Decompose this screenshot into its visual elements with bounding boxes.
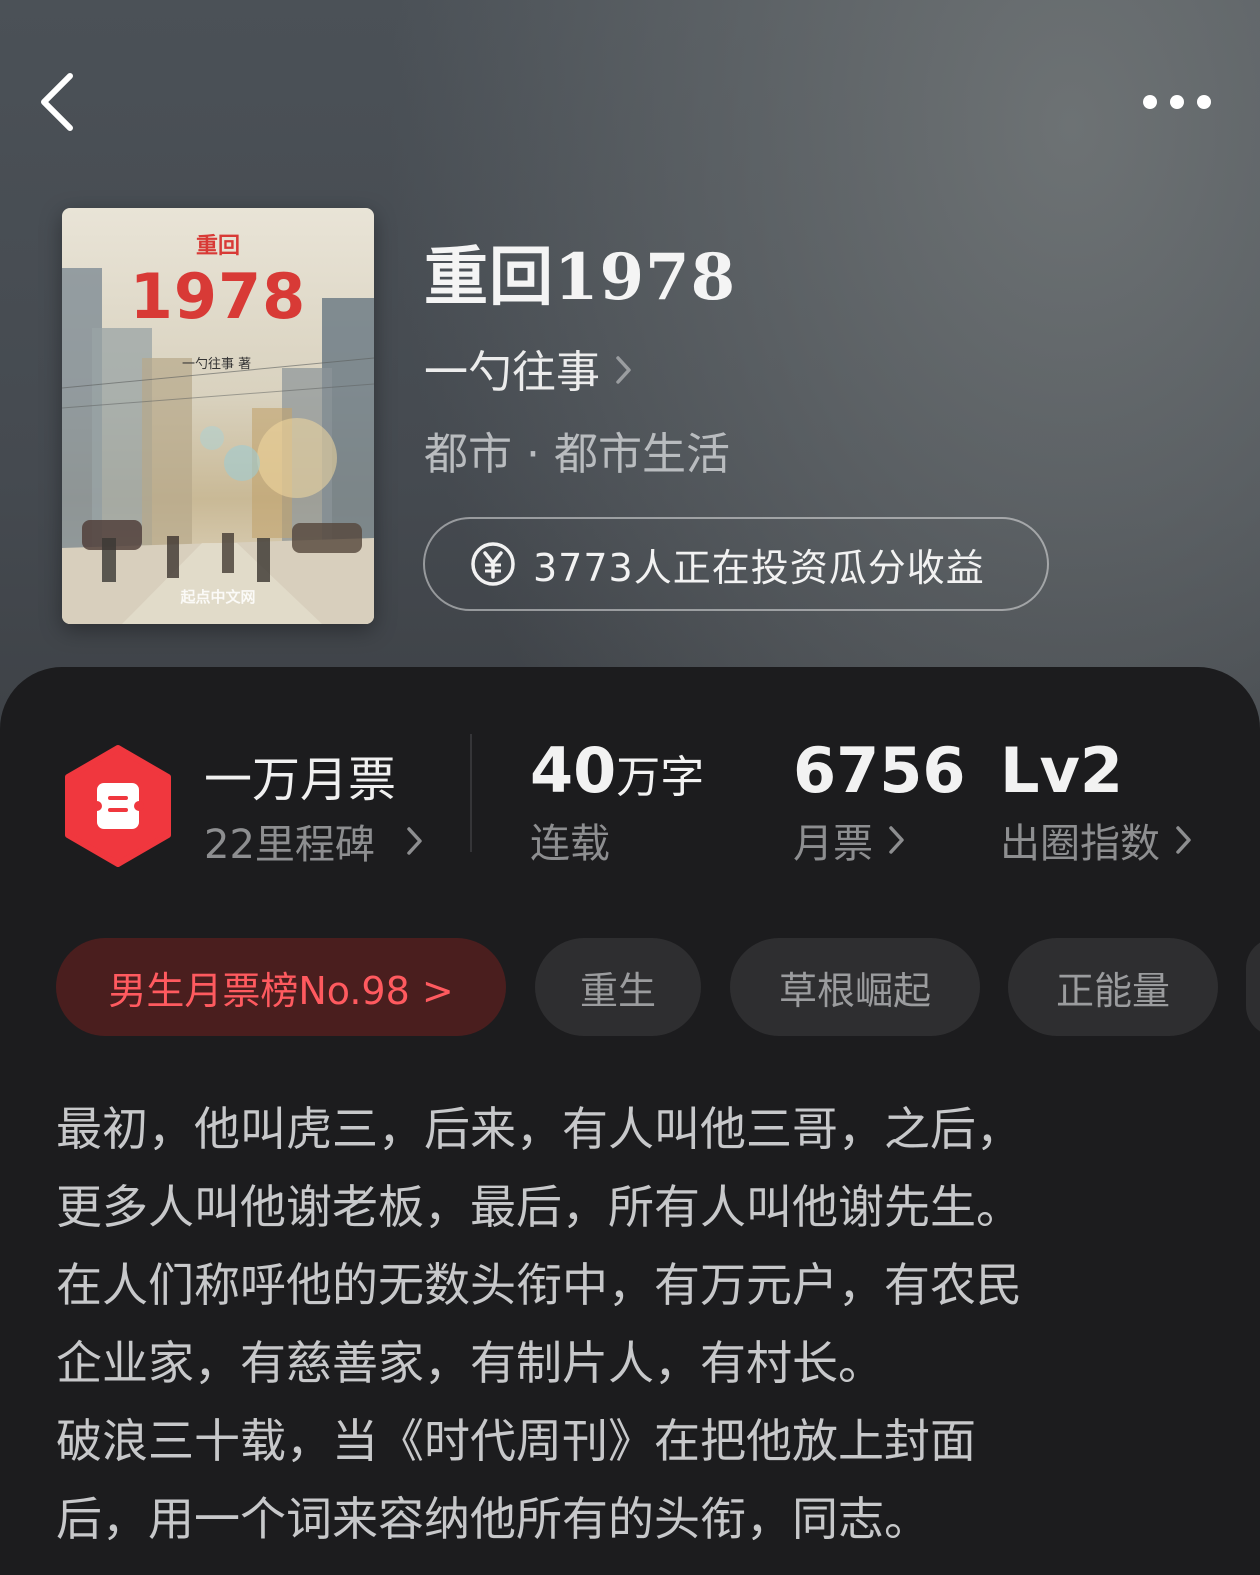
monthly-ticket-stat[interactable]: 6756 月票 — [793, 734, 966, 869]
ticket-hexagon-icon — [65, 745, 171, 867]
description-line: 后，用一个词来容纳他所有的头衔，同志。 — [56, 1492, 930, 1546]
chevron-right-icon — [1176, 826, 1191, 854]
chevron-left-icon — [41, 73, 73, 131]
book-title: 重回1978 — [424, 240, 737, 315]
word-count-unit: 万字 — [616, 752, 705, 803]
word-count-stat: 40万字 连载 — [530, 734, 704, 869]
genre-text: 都市 · 都市生活 — [424, 429, 730, 480]
description-line: 破浪三十载，当《时代周刊》在把他放上封面 — [56, 1414, 976, 1468]
book-cover[interactable]: 重回 1978 一勺往事 著 起点中文网 — [62, 208, 374, 624]
description-line: 在人们称呼他的无数头衔中，有万元户，有农民 — [56, 1258, 1022, 1312]
book-description[interactable]: 最初，他叫虎三，后来，有人叫他三哥，之后， 更多人叫他谢老板，最后，所有人叫他谢… — [56, 1090, 1206, 1558]
cover-small-title: 重回 — [195, 234, 240, 259]
circle-index-stat[interactable]: Lv2 出圈指数 — [1000, 734, 1194, 869]
description-line: 更多人叫他谢老板，最后，所有人叫他谢先生。 — [56, 1180, 1022, 1234]
cover-big-title: 1978 — [129, 260, 307, 333]
book-detail-page: 重回 1978 一勺往事 著 起点中文网 重回1978 一勺往事 都市 · 都市… — [0, 0, 1260, 1575]
more-button[interactable] — [1130, 78, 1230, 128]
description-line: 最初，他叫虎三，后来，有人叫他三哥，之后， — [56, 1102, 1022, 1156]
more-dots-icon — [1143, 95, 1211, 109]
chevron-right-icon — [407, 827, 422, 855]
word-count-label: 连载 — [530, 821, 610, 867]
ticket-subtitle: 22里程碑 — [204, 822, 375, 868]
back-button[interactable] — [30, 62, 94, 142]
cover-author: 一勺往事 著 — [182, 357, 252, 372]
chevron-right-icon — [889, 826, 904, 854]
tag-positive-energy[interactable]: 正能量 — [1008, 938, 1218, 1036]
cover-publisher: 起点中文网 — [180, 588, 256, 606]
circle-index-label: 出圈指数 — [1000, 821, 1160, 867]
description-line: 企业家，有慈善家，有制片人，有村长。 — [56, 1336, 884, 1390]
monthly-ticket-value: 6756 — [793, 734, 966, 807]
yuan-coin-icon — [471, 542, 515, 586]
monthly-ticket-label: 月票 — [793, 821, 873, 867]
author-link[interactable]: 一勺往事 — [424, 336, 634, 400]
rank-tag[interactable]: 男生月票榜No.98 > — [56, 938, 506, 1036]
invest-button[interactable]: 3773人正在投资瓜分收益 — [423, 517, 1049, 611]
invest-text: 3773人正在投资瓜分收益 — [533, 545, 985, 590]
circle-index-value: Lv2 — [1000, 734, 1124, 807]
tag-rebirth[interactable]: 重生 — [535, 938, 701, 1036]
chevron-right-icon — [616, 356, 631, 384]
monthly-ticket-milestone[interactable]: 一万月票 22里程碑 — [204, 740, 425, 870]
word-count-value: 40 — [530, 734, 617, 807]
tag-grassroots[interactable]: 草根崛起 — [730, 938, 980, 1036]
author-name: 一勺往事 — [424, 347, 600, 398]
ticket-title: 一万月票 — [204, 752, 397, 808]
stats-divider — [470, 734, 472, 852]
